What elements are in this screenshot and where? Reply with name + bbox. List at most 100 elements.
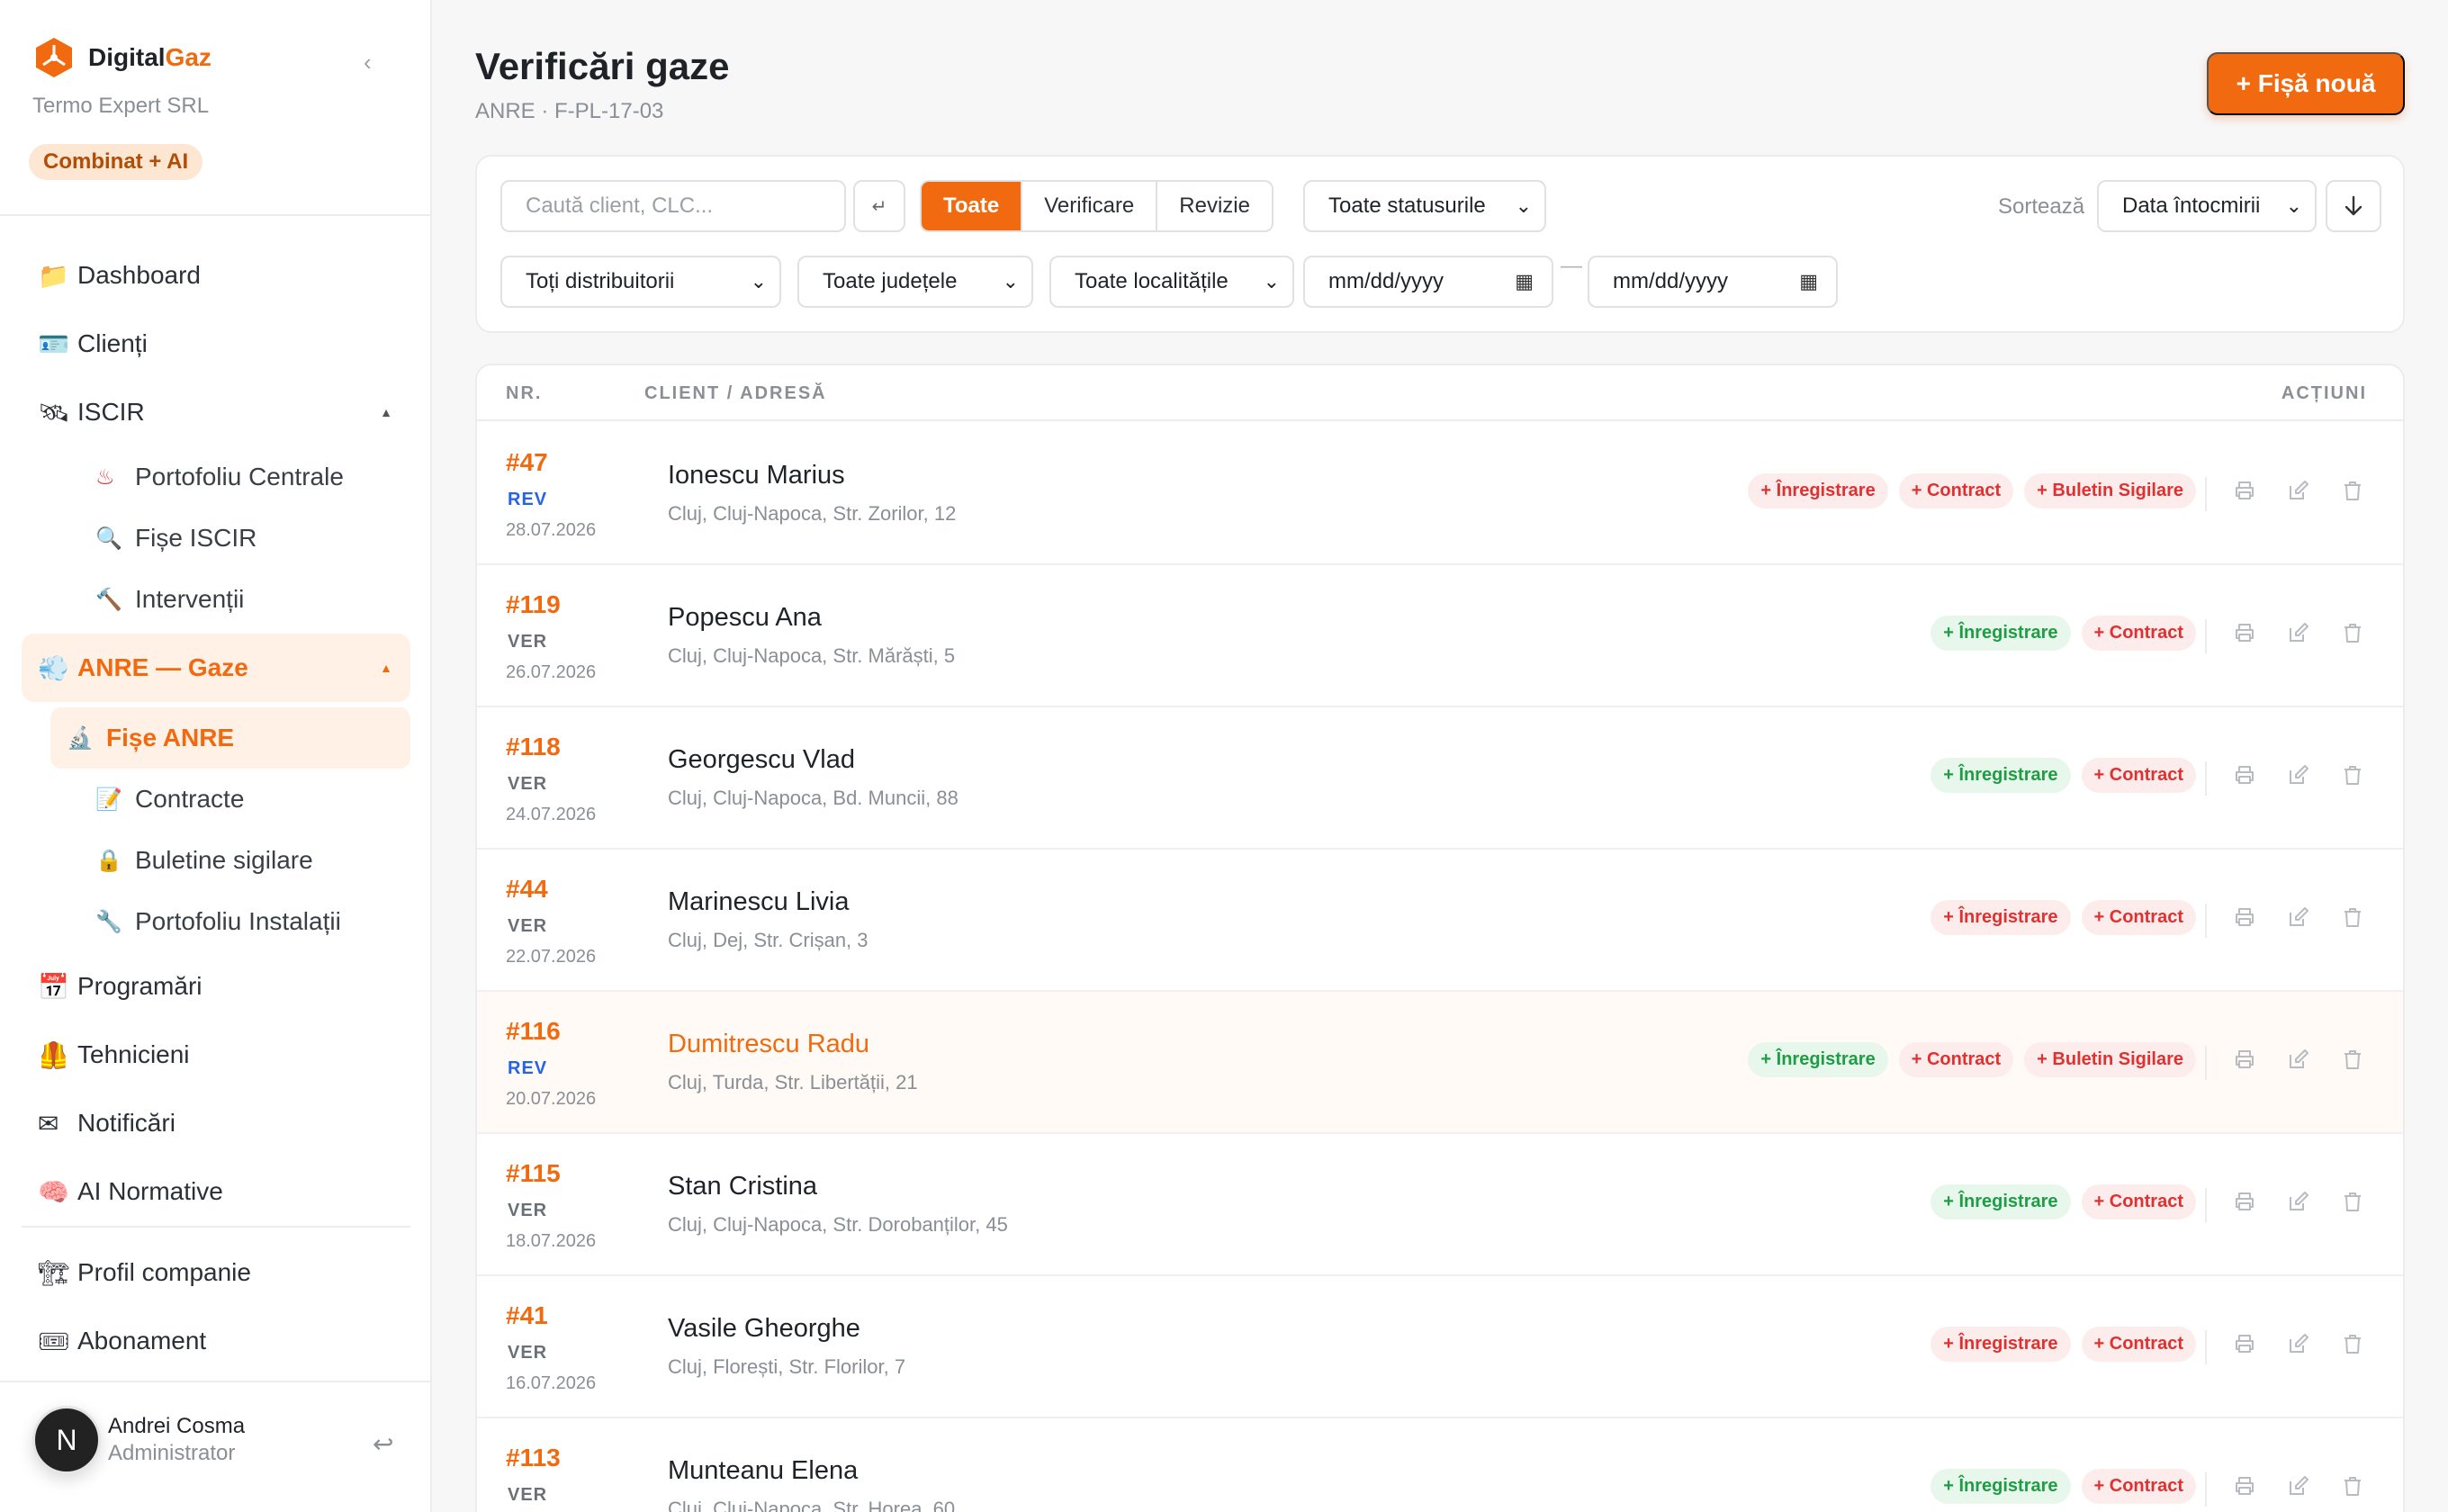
add-document-tag[interactable]: + Contract xyxy=(2081,758,2196,793)
sidebar-item-tehnicieni[interactable]: 🦺 Tehnicieni xyxy=(22,1021,410,1089)
edit-icon[interactable] xyxy=(2286,619,2311,646)
printer-icon[interactable] xyxy=(2232,477,2257,504)
date-from-input[interactable]: mm/dd/yyyy ▦ xyxy=(1303,256,1553,308)
search-submit-button[interactable]: ↵ xyxy=(853,180,905,232)
add-document-tag[interactable]: + Contract xyxy=(2081,1327,2196,1362)
logout-icon[interactable]: ↩ xyxy=(373,1429,393,1459)
printer-icon[interactable] xyxy=(2232,1188,2257,1215)
search-input[interactable]: Caută client, CLC... xyxy=(500,180,846,232)
sheet-number[interactable]: #44 xyxy=(506,875,548,904)
calendar-icon[interactable]: ▦ xyxy=(1799,270,1818,293)
add-document-tag[interactable]: + Contract xyxy=(2081,616,2196,651)
trash-icon[interactable] xyxy=(2340,904,2365,931)
edit-icon[interactable] xyxy=(2286,477,2311,504)
user-profile[interactable]: N Andrei Cosma Administrator xyxy=(32,1406,245,1474)
add-document-tag[interactable]: + Contract xyxy=(2081,900,2196,935)
sheet-number[interactable]: #118 xyxy=(506,733,561,761)
client-name[interactable]: Dumitrescu Radu xyxy=(668,1030,869,1059)
sort-select[interactable]: Data întocmirii ⌄ xyxy=(2097,180,2317,232)
table-row[interactable]: #113 VER Munteanu Elena Cluj, Cluj-Napoc… xyxy=(477,1418,2403,1512)
client-name[interactable]: Munteanu Elena xyxy=(668,1456,858,1486)
tab-verificare[interactable]: Verificare xyxy=(1021,182,1156,230)
add-document-tag[interactable]: + Înregistrare xyxy=(1748,1042,1888,1077)
sidebar-item-iscir[interactable]: 🛰 ISCIR ▲ xyxy=(22,378,410,446)
edit-icon[interactable] xyxy=(2286,1046,2311,1073)
sort-direction-button[interactable] xyxy=(2326,180,2381,232)
client-name[interactable]: Marinescu Livia xyxy=(668,887,849,917)
trash-icon[interactable] xyxy=(2340,1330,2365,1357)
edit-icon[interactable] xyxy=(2286,1472,2311,1499)
add-document-tag[interactable]: + Contract xyxy=(2081,1184,2196,1220)
sidebar-item-interventii[interactable]: 🔨 Intervenții xyxy=(50,569,410,630)
table-row[interactable]: #115 VER 18.07.2026 Stan Cristina Cluj, … xyxy=(477,1134,2403,1276)
sheet-number[interactable]: #41 xyxy=(506,1301,548,1330)
trash-icon[interactable] xyxy=(2340,761,2365,788)
sidebar-item-fise-anre[interactable]: 🔬 Fișe ANRE xyxy=(50,707,410,769)
sidebar-item-contracte[interactable]: 📝 Contracte xyxy=(50,769,410,830)
printer-icon[interactable] xyxy=(2232,619,2257,646)
date-to-input[interactable]: mm/dd/yyyy ▦ xyxy=(1588,256,1838,308)
add-document-tag[interactable]: + Buletin Sigilare xyxy=(2024,473,2196,508)
printer-icon[interactable] xyxy=(2232,1472,2257,1499)
collapse-sidebar-icon[interactable]: ‹ xyxy=(364,49,372,76)
printer-icon[interactable] xyxy=(2232,904,2257,931)
client-name[interactable]: Popescu Ana xyxy=(668,603,822,633)
printer-icon[interactable] xyxy=(2232,761,2257,788)
sheet-number[interactable]: #116 xyxy=(506,1017,561,1046)
sheet-number[interactable]: #47 xyxy=(506,448,548,477)
add-document-tag[interactable]: + Înregistrare xyxy=(1930,1327,2071,1362)
add-document-tag[interactable]: + Contract xyxy=(1898,473,2014,508)
table-row[interactable]: #116 REV 20.07.2026 Dumitrescu Radu Cluj… xyxy=(477,992,2403,1134)
sidebar-item-profil-companie[interactable]: 🏗 Profil companie xyxy=(22,1238,410,1307)
client-name[interactable]: Stan Cristina xyxy=(668,1172,817,1202)
sidebar-item-programari[interactable]: 📅 Programări xyxy=(22,952,410,1021)
brand[interactable]: DigitalGaz xyxy=(32,36,212,79)
sidebar-item-ai-normative[interactable]: 🧠 AI Normative xyxy=(22,1157,410,1226)
tab-revizie[interactable]: Revizie xyxy=(1156,182,1272,230)
add-document-tag[interactable]: + Înregistrare xyxy=(1930,758,2071,793)
sidebar-item-clienti[interactable]: 🪪 Clienți xyxy=(22,310,410,378)
sheet-number[interactable]: #119 xyxy=(506,590,561,619)
new-sheet-button[interactable]: + Fișă nouă xyxy=(2207,52,2405,115)
sidebar-item-anre[interactable]: 💨 ANRE — Gaze ▲ xyxy=(22,634,410,702)
localitate-select[interactable]: Toate localitățile ⌄ xyxy=(1049,256,1294,308)
client-name[interactable]: Vasile Gheorghe xyxy=(668,1314,860,1344)
sidebar-item-fise-iscir[interactable]: 🔍 Fișe ISCIR xyxy=(50,508,410,569)
trash-icon[interactable] xyxy=(2340,1046,2365,1073)
judet-select[interactable]: Toate județele ⌄ xyxy=(797,256,1033,308)
add-document-tag[interactable]: + Înregistrare xyxy=(1930,900,2071,935)
sidebar-item-abonament[interactable]: 🎟 Abonament xyxy=(22,1307,410,1375)
add-document-tag[interactable]: + Contract xyxy=(2081,1469,2196,1504)
table-row[interactable]: #44 VER 22.07.2026 Marinescu Livia Cluj,… xyxy=(477,850,2403,992)
add-document-tag[interactable]: + Buletin Sigilare xyxy=(2024,1042,2196,1077)
trash-icon[interactable] xyxy=(2340,619,2365,646)
sheet-number[interactable]: #115 xyxy=(506,1159,561,1188)
add-document-tag[interactable]: + Înregistrare xyxy=(1930,1184,2071,1220)
status-select[interactable]: Toate statusurile ⌄ xyxy=(1303,180,1546,232)
calendar-icon[interactable]: ▦ xyxy=(1515,270,1534,293)
edit-icon[interactable] xyxy=(2286,1188,2311,1215)
trash-icon[interactable] xyxy=(2340,1188,2365,1215)
tab-toate[interactable]: Toate xyxy=(922,182,1022,230)
table-row[interactable]: #47 REV 28.07.2026 Ionescu Marius Cluj, … xyxy=(477,423,2403,565)
distributor-select[interactable]: Toți distribuitorii ⌄ xyxy=(500,256,781,308)
sidebar-item-dashboard[interactable]: 📁 Dashboard xyxy=(22,241,410,310)
edit-icon[interactable] xyxy=(2286,904,2311,931)
sidebar-item-portofoliu-instalatii[interactable]: 🔧 Portofoliu Instalații xyxy=(50,891,410,952)
client-name[interactable]: Ionescu Marius xyxy=(668,461,845,490)
printer-icon[interactable] xyxy=(2232,1046,2257,1073)
printer-icon[interactable] xyxy=(2232,1330,2257,1357)
sidebar-item-buletine-sigilare[interactable]: 🔒 Buletine sigilare xyxy=(50,830,410,891)
sidebar-item-portofoliu-centrale[interactable]: ♨ Portofoliu Centrale xyxy=(50,446,410,508)
table-row[interactable]: #118 VER 24.07.2026 Georgescu Vlad Cluj,… xyxy=(477,707,2403,850)
edit-icon[interactable] xyxy=(2286,761,2311,788)
add-document-tag[interactable]: + Înregistrare xyxy=(1748,473,1888,508)
sidebar-item-notificari[interactable]: ✉ Notificări xyxy=(22,1089,410,1157)
trash-icon[interactable] xyxy=(2340,1472,2365,1499)
trash-icon[interactable] xyxy=(2340,477,2365,504)
add-document-tag[interactable]: + Înregistrare xyxy=(1930,1469,2071,1504)
table-row[interactable]: #119 VER 26.07.2026 Popescu Ana Cluj, Cl… xyxy=(477,565,2403,707)
add-document-tag[interactable]: + Înregistrare xyxy=(1930,616,2071,651)
sheet-number[interactable]: #113 xyxy=(506,1444,561,1472)
add-document-tag[interactable]: + Contract xyxy=(1898,1042,2014,1077)
